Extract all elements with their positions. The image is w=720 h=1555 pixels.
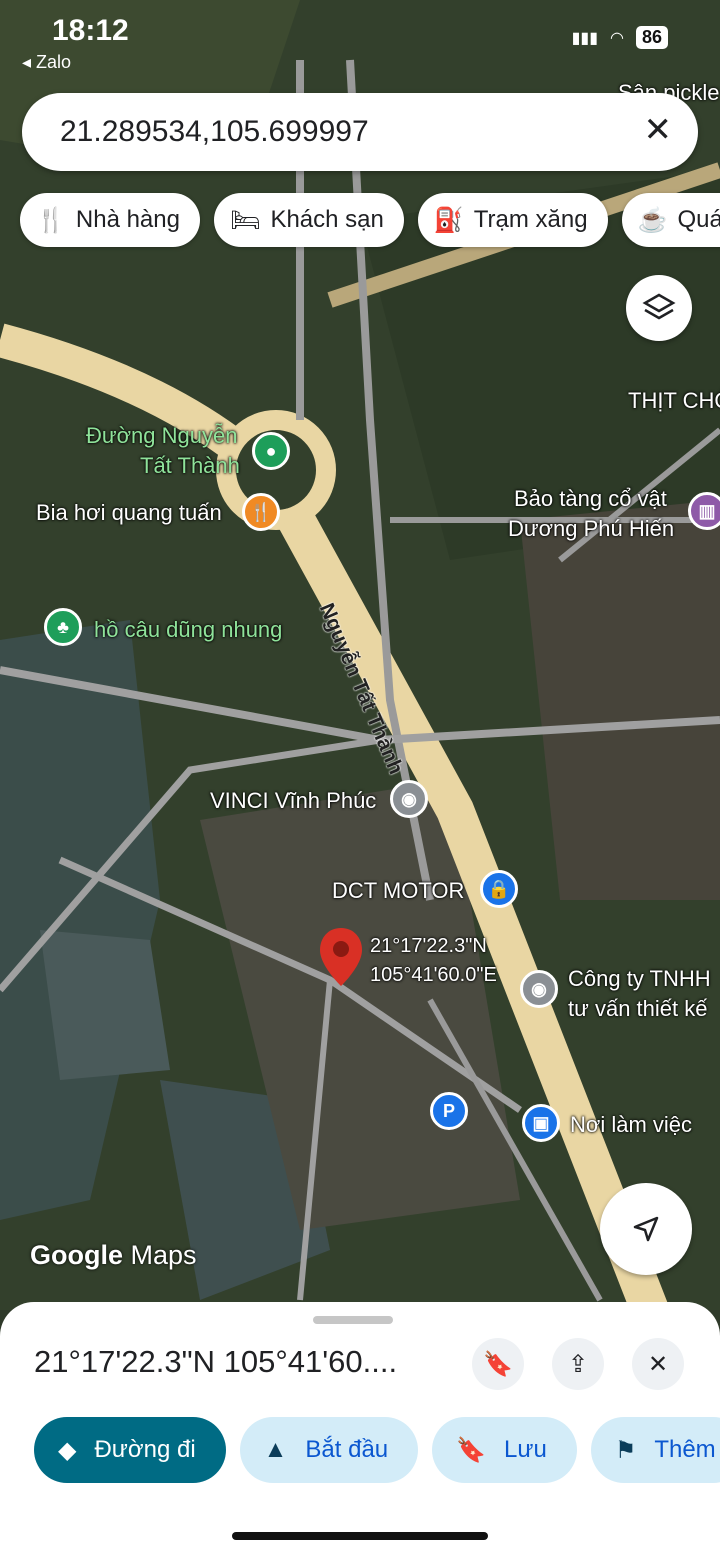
pin-latitude-label: 21°17'22.3"N <box>370 935 487 957</box>
bookmark-button[interactable]: 🔖 <box>472 1338 524 1390</box>
chip-cafes[interactable]: ☕ Quán <box>621 193 720 247</box>
more-label: Thêm <box>654 1436 716 1463</box>
start-label: Bắt đầu <box>305 1436 389 1463</box>
close-icon[interactable]: ✕ <box>644 110 673 150</box>
museum-poi-icon[interactable]: ▥ <box>688 492 720 530</box>
action-buttons: ◆ Đường đi ▲ Bắt đầu 🔖 Lưu ⚑ Thêm <box>34 1417 720 1483</box>
green-place-poi[interactable]: ● <box>252 432 290 470</box>
google-maps-watermark: Google Maps <box>30 1240 197 1271</box>
chip-label: Khách sạn <box>270 206 384 233</box>
pin-longitude-label: 105°41'60.0"E <box>370 964 497 986</box>
fork-knife-icon: 🍴 <box>36 206 66 234</box>
map-label-ho-cau[interactable]: hồ câu dũng nhung <box>94 617 282 643</box>
directions-button[interactable]: ◆ Đường đi <box>34 1417 226 1483</box>
map-label-bao-tang-1[interactable]: Bảo tàng cổ vật <box>514 486 667 512</box>
place-poi-icon[interactable]: ◉ <box>390 780 428 818</box>
location-pin-icon[interactable] <box>318 926 364 988</box>
map-label-duong-nguyen[interactable]: Đường Nguyễn <box>86 423 237 449</box>
park-poi-icon[interactable]: ♣ <box>44 608 82 646</box>
coffee-icon: ☕ <box>637 206 668 234</box>
parking-poi-icon[interactable]: P <box>430 1092 468 1130</box>
chip-label: Trạm xăng <box>473 206 588 233</box>
signal-icon: ▮▮▮ <box>571 29 598 47</box>
map-label-thit-cho[interactable]: THỊT CHÓ <box>628 388 720 414</box>
watermark-google: Google <box>30 1240 123 1270</box>
map-label-dct-motor[interactable]: DCT MOTOR <box>332 878 464 904</box>
navigation-arrow-icon <box>633 1216 659 1242</box>
map-label-bia-hoi[interactable]: Bia hơi quang tuấn <box>36 500 222 526</box>
gas-station-icon: ⛽ <box>433 206 464 234</box>
work-poi-icon[interactable]: ▣ <box>522 1104 560 1142</box>
layers-button[interactable] <box>626 275 692 341</box>
map-label-vinci[interactable]: VINCI Vĩnh Phúc <box>210 788 376 814</box>
category-chips: 🍴 Nhà hàng 🛏 Khách sạn ⛽ Trạm xăng ☕ Quán <box>20 193 720 247</box>
status-bar: 18:12 ◂ Zalo ▮▮▮ ◠ 86 <box>0 0 720 80</box>
watermark-maps: Maps <box>123 1240 197 1270</box>
share-icon: ⇪ <box>567 1350 589 1378</box>
chip-gas-stations[interactable]: ⛽ Trạm xăng <box>417 193 608 247</box>
status-time: 18:12 <box>52 14 129 47</box>
bed-icon: 🛏 <box>229 206 261 234</box>
start-button[interactable]: ▲ Bắt đầu <box>239 1417 419 1483</box>
directions-icon: ◆ <box>58 1436 77 1464</box>
bookmark-icon: 🔖 <box>483 1350 513 1378</box>
home-indicator <box>232 1532 488 1540</box>
status-icons: ▮▮▮ ◠ 86 <box>572 26 668 49</box>
sheet-drag-handle[interactable] <box>313 1316 393 1324</box>
shopping-poi-icon[interactable]: 🔒 <box>480 870 518 908</box>
chip-restaurants[interactable]: 🍴 Nhà hàng <box>20 193 200 247</box>
map-label-noi-lam-viec[interactable]: Nơi làm việc <box>570 1112 692 1138</box>
bookmark-icon: 🔖 <box>456 1436 487 1464</box>
chip-label: Nhà hàng <box>75 206 180 233</box>
navigation-icon: ▲ <box>263 1436 288 1463</box>
save-button[interactable]: 🔖 Lưu <box>432 1417 577 1483</box>
close-sheet-button[interactable]: ✕ <box>632 1338 684 1390</box>
my-location-button[interactable] <box>600 1183 692 1275</box>
battery-icon: 86 <box>635 26 668 49</box>
map-label-cong-ty-2[interactable]: tư vấn thiết kế <box>568 996 707 1022</box>
close-icon: ✕ <box>647 1350 669 1378</box>
chip-label: Quán <box>677 206 720 233</box>
back-to-app-link[interactable]: ◂ Zalo <box>22 52 71 73</box>
wifi-icon: ◠ <box>610 29 624 47</box>
chip-hotels[interactable]: 🛏 Khách sạn <box>213 193 404 247</box>
search-bar[interactable]: 21.289534,105.699997 ✕ <box>22 93 698 171</box>
map-label-bao-tang-2[interactable]: Dương Phú Hiến <box>508 516 674 542</box>
share-button[interactable]: ⇪ <box>552 1338 604 1390</box>
company-poi-icon[interactable]: ◉ <box>520 970 558 1008</box>
place-title: 21°17'22.3"N 105°41'60.... <box>34 1344 398 1379</box>
map-label-tat-thanh[interactable]: Tất Thành <box>140 453 240 479</box>
flag-icon: ⚑ <box>614 1436 637 1464</box>
more-button[interactable]: ⚑ Thêm <box>590 1417 720 1483</box>
restaurant-poi-icon[interactable]: 🍴 <box>242 493 280 531</box>
directions-label: Đường đi <box>94 1436 196 1463</box>
map-label-cong-ty-1[interactable]: Công ty TNHH <box>568 966 711 992</box>
save-label: Lưu <box>504 1436 547 1463</box>
search-query[interactable]: 21.289534,105.699997 <box>60 115 369 149</box>
layers-icon <box>642 293 676 320</box>
place-bottom-sheet[interactable]: 21°17'22.3"N 105°41'60.... 🔖 ⇪ ✕ ◆ Đường … <box>0 1302 720 1555</box>
